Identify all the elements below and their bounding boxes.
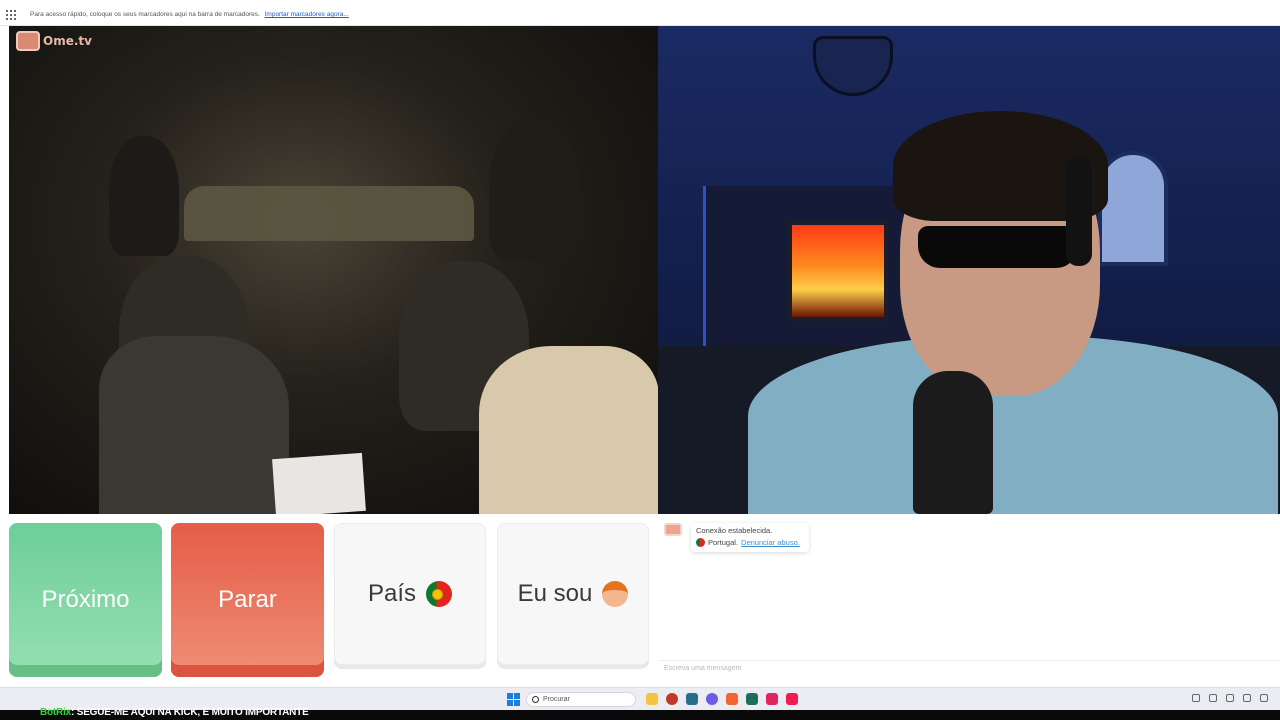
file-explorer-icon[interactable] [646, 693, 658, 705]
bookmarks-hint-text: Para acesso rápido, coloque os seus marc… [30, 11, 260, 18]
gender-button[interactable]: Eu sou [497, 523, 649, 665]
ometv-avatar-icon [664, 523, 682, 536]
tray-chevron-icon[interactable] [1192, 694, 1200, 702]
rear-window [184, 186, 474, 241]
bot-name: BotRix [40, 707, 72, 718]
app-icon-pink[interactable] [766, 693, 778, 705]
jacket-left [99, 336, 289, 514]
import-bookmarks-link[interactable]: Importar marcadores agora... [265, 11, 349, 18]
headphones [1066, 156, 1092, 266]
bookmarks-hint: Para acesso rápido, coloque os seus marc… [30, 11, 349, 18]
app-icon-green[interactable] [746, 693, 758, 705]
country-button-label: País [367, 580, 417, 607]
fireplace [788, 221, 888, 321]
stream-chat-ticker: BotRix: SEGUE-ME AQUI NA KICK, É MUITO I… [0, 707, 1280, 720]
stranger-country-line: Portugal. Denunciar abuso. [696, 538, 804, 547]
boy-emoji-icon [602, 581, 629, 607]
sunglasses [918, 226, 1078, 268]
stranger-country: Portugal. [708, 538, 739, 547]
taskbar-search[interactable]: Procurar [526, 692, 636, 707]
connection-status: Conexão estabelecida. [696, 526, 773, 535]
taskbar-apps [646, 693, 798, 705]
chat-panel: Conexão estabelecida. Portugal. Denuncia… [658, 514, 1280, 677]
mic-icon[interactable] [1243, 694, 1251, 702]
video-stage: Ome.tv [9, 26, 1280, 514]
discord-icon[interactable] [706, 693, 718, 705]
volume-icon[interactable] [1226, 694, 1234, 702]
ticker-text: : SEGUE-ME AQUI NA KICK, É MUITO IMPORTA… [71, 707, 309, 718]
control-panel: Próximo Parar País Eu sou [9, 523, 649, 677]
ometv-logo-icon [16, 31, 40, 51]
app-icon-teal[interactable] [686, 693, 698, 705]
taskbar-search-label: Procurar [543, 696, 570, 703]
ometv-logo[interactable]: Ome.tv [16, 31, 92, 51]
message-input[interactable]: Escreva uma mensagem [658, 660, 1280, 677]
headrest-left [109, 136, 179, 256]
stop-button[interactable]: Parar [171, 523, 324, 677]
apps-grid-icon[interactable] [6, 10, 16, 20]
search-icon [532, 696, 539, 703]
ticker-message: BotRix: SEGUE-ME AQUI NA KICK, É MUITO I… [40, 707, 309, 718]
country-button[interactable]: País [334, 523, 486, 665]
tiktok-icon[interactable] [786, 693, 798, 705]
windows-start-icon[interactable] [507, 693, 520, 706]
headrest-right [489, 121, 579, 261]
stranger-video: Ome.tv [9, 26, 658, 514]
bookmarks-bar: Para acesso rápido, coloque os seus marc… [0, 0, 1280, 26]
report-abuse-link[interactable]: Denunciar abuso. [741, 538, 800, 547]
stop-button-label: Parar [218, 586, 277, 613]
logo-text: Ome.tv [43, 34, 92, 48]
arched-window [1098, 151, 1168, 266]
jacket-right [479, 346, 658, 514]
app-icon-red[interactable] [666, 693, 678, 705]
microphone [913, 371, 993, 514]
portugal-flag-icon [426, 581, 453, 607]
system-tray [1192, 694, 1268, 702]
gender-button-label: Eu sou [517, 580, 593, 607]
self-video [658, 26, 1280, 514]
network-icon[interactable] [1209, 694, 1217, 702]
next-button[interactable]: Próximo [9, 523, 162, 677]
next-button-label: Próximo [41, 586, 130, 613]
notifications-icon[interactable] [1260, 694, 1268, 702]
ceiling-lamp [813, 36, 893, 96]
system-message: Conexão estabelecida. Portugal. Denuncia… [691, 523, 809, 552]
brave-icon[interactable] [726, 693, 738, 705]
portugal-flag-small-icon [696, 538, 705, 547]
paper-sheet [272, 452, 366, 514]
